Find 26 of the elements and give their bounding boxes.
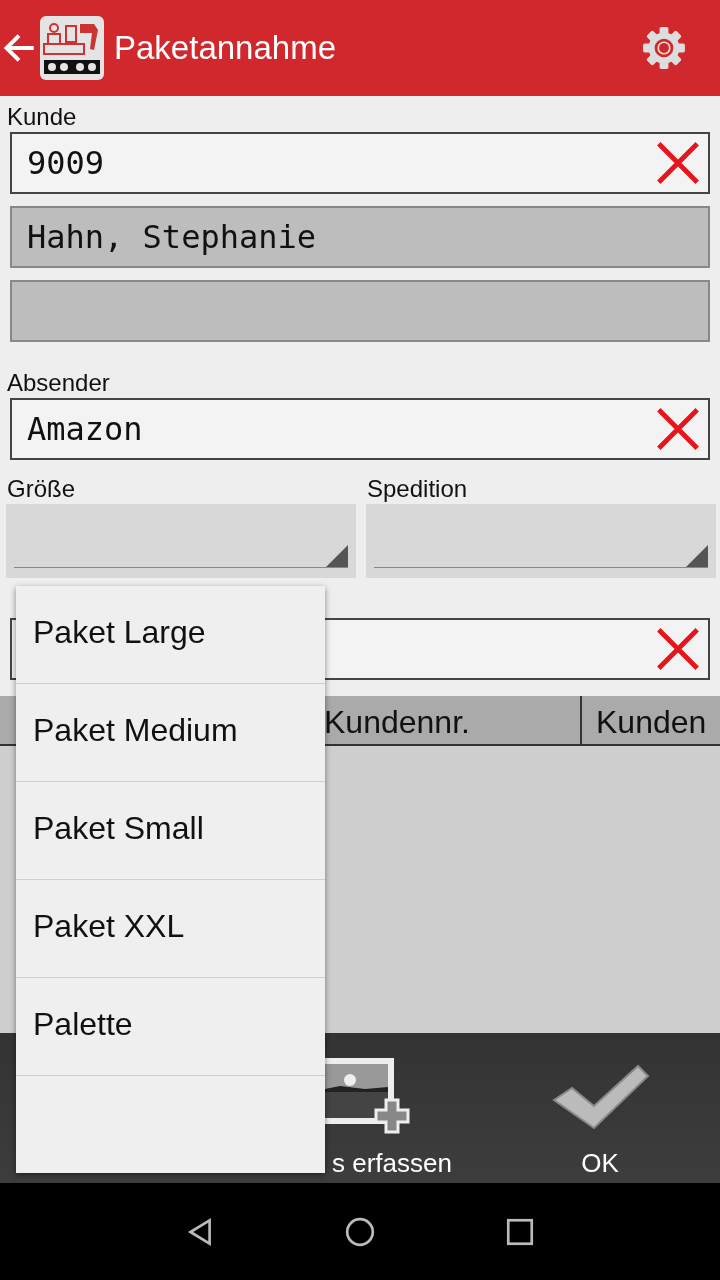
- customer-name-field: Hahn, Stephanie: [10, 206, 710, 268]
- field-label: Spedition: [367, 474, 469, 504]
- home-icon[interactable]: [344, 1215, 376, 1248]
- field-label: Kunde: [7, 102, 78, 132]
- screen-title: Paketannahme: [114, 29, 337, 67]
- customer-number-field[interactable]: 9009: [10, 132, 710, 194]
- menu-item[interactable]: Paket Small: [16, 782, 325, 880]
- dropdown-arrow-icon: [686, 545, 708, 567]
- column-header[interactable]: Kunden: [582, 696, 720, 744]
- menu-item[interactable]: Paket Medium: [16, 684, 325, 782]
- menu-item[interactable]: Paket Large: [16, 586, 325, 684]
- clear-icon[interactable]: [654, 139, 702, 187]
- clear-icon[interactable]: [654, 625, 702, 673]
- app-logo-icon: [40, 16, 104, 80]
- field-label: Größe: [7, 474, 76, 504]
- settings-icon[interactable]: [642, 26, 686, 70]
- dropdown-arrow-icon: [326, 545, 348, 567]
- menu-item[interactable]: Paket XXL: [16, 880, 325, 978]
- menu-item[interactable]: Palette: [16, 978, 325, 1076]
- sender-field[interactable]: Amazon: [10, 398, 710, 460]
- clear-icon[interactable]: [654, 405, 702, 453]
- carrier-dropdown[interactable]: [366, 504, 716, 578]
- field-label: Absender: [7, 368, 111, 398]
- action-button[interactable]: OK: [480, 1033, 720, 1183]
- size-dropdown[interactable]: [6, 504, 356, 578]
- back-arrow-icon[interactable]: [2, 31, 36, 65]
